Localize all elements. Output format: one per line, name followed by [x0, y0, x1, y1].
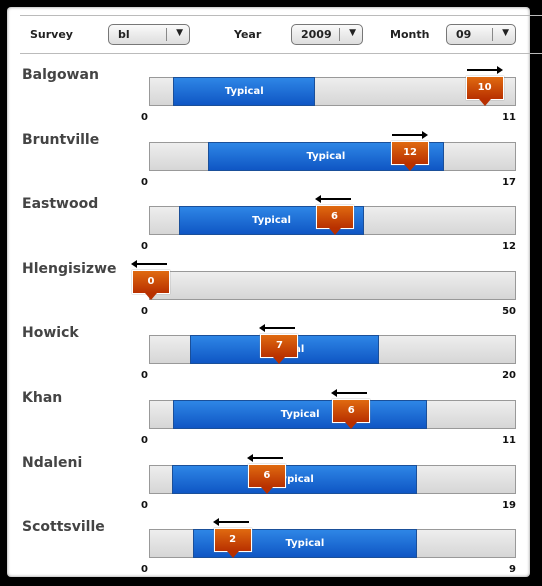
site-name: Howick: [22, 325, 79, 342]
month-label: Month: [390, 28, 430, 41]
gauge-track: 0: [131, 259, 516, 300]
month-dropdown[interactable]: 09 ▼: [446, 24, 516, 45]
gauge-row: Scottsville Typical 2 0 9: [0, 518, 530, 579]
value-marker[interactable]: 0: [132, 269, 170, 300]
arrow-left-icon: [314, 195, 351, 204]
year-label: Year: [234, 28, 262, 41]
value-marker[interactable]: 6: [315, 205, 354, 236]
gauge-row: Balgowan Typical 10 0 11: [0, 66, 530, 127]
axis-max-label: 12: [502, 241, 516, 253]
axis-max-label: 50: [502, 305, 516, 317]
survey-label: Survey: [30, 28, 73, 41]
typical-label: Typical: [252, 215, 291, 227]
gauge-track: Typical 7: [149, 324, 516, 365]
arrow-left-icon: [131, 259, 167, 268]
value-marker[interactable]: 12: [391, 140, 430, 171]
axis-min-label: 0: [141, 241, 148, 253]
survey-value: bl: [118, 28, 130, 41]
typical-label: Typical: [280, 409, 320, 420]
typical-range-bar: Typical: [172, 464, 417, 494]
typical-range-bar: Typical: [173, 400, 427, 429]
axis-max-label: 19: [502, 499, 516, 511]
chevron-down-icon: ▼: [176, 28, 183, 38]
gauge-track: Typical 6: [149, 453, 516, 494]
value-marker[interactable]: 7: [260, 334, 299, 365]
survey-dropdown[interactable]: bl ▼: [108, 24, 190, 45]
arrow-left-icon: [246, 453, 283, 462]
site-name: Khan: [22, 390, 63, 406]
chevron-down-icon: ▼: [349, 28, 356, 38]
arrow-left-icon: [331, 389, 368, 397]
typical-label: Typical: [224, 86, 264, 97]
site-name: Eastwood: [22, 196, 99, 213]
axis-min-label: 0: [141, 112, 148, 123]
gauge-track: Typical 6: [149, 389, 516, 429]
value-marker[interactable]: 10: [465, 76, 504, 106]
axis-min-label: 0: [141, 176, 148, 188]
axis-min-label: 0: [141, 435, 148, 446]
gauge-track: Typical 10: [149, 66, 516, 106]
gauge-row: Howick Typical 7 0 20: [0, 324, 530, 385]
axis-max-label: 11: [502, 112, 516, 123]
axis-max-label: 11: [502, 435, 516, 446]
axis-min-label: 0: [141, 499, 148, 511]
month-value: 09: [456, 28, 472, 41]
typical-range-bar: Typical: [173, 77, 316, 106]
gauge-track: Typical 2: [149, 518, 516, 559]
arrow-right-icon: [466, 66, 503, 74]
divider: [339, 28, 340, 41]
typical-label: Typical: [285, 538, 325, 550]
chevron-down-icon: ▼: [502, 28, 509, 38]
axis-min-label: 0: [141, 370, 148, 382]
divider: [20, 53, 542, 54]
year-value: 2009: [301, 28, 332, 41]
gauge-row: Hlengisizwe 0 0 50: [0, 259, 530, 321]
axis-min-label: 0: [141, 305, 148, 317]
arrow-left-icon: [212, 518, 249, 527]
site-name: Bruntville: [22, 131, 100, 148]
arrow-right-icon: [392, 130, 429, 139]
axis-max-label: 9: [509, 564, 516, 576]
typical-label: Typical: [306, 150, 346, 162]
value-marker[interactable]: 6: [247, 463, 286, 494]
axis-min-label: 0: [141, 564, 148, 576]
site-name: Scottsville: [22, 519, 105, 536]
value-marker[interactable]: 2: [213, 528, 252, 559]
arrow-left-icon: [259, 324, 296, 333]
gauge-row: Bruntville Typical 12 0 17: [0, 130, 530, 192]
divider: [166, 28, 167, 41]
axis-max-label: 17: [502, 176, 516, 188]
gauge-track: Typical 6: [149, 195, 516, 236]
gauge-row: Ndaleni Typical 6 0 19: [0, 453, 530, 515]
value-marker[interactable]: 6: [332, 399, 371, 429]
site-name: Hlengisizwe: [22, 260, 117, 277]
axis-max-label: 20: [502, 370, 516, 382]
year-dropdown[interactable]: 2009 ▼: [291, 24, 363, 45]
gauge-track: Typical 12: [149, 130, 516, 171]
site-name: Balgowan: [22, 67, 99, 83]
divider: [492, 28, 493, 41]
site-name: Ndaleni: [22, 454, 83, 471]
divider: [20, 15, 542, 16]
gauge-row: Khan Typical 6 0 11: [0, 389, 530, 450]
gauge-row: Eastwood Typical 6 0 12: [0, 195, 530, 256]
